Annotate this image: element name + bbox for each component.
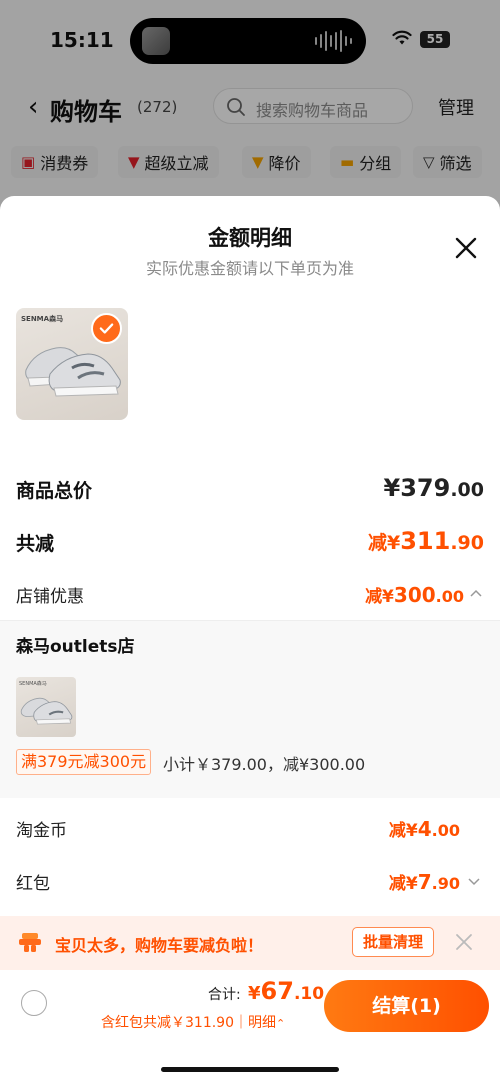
store-discount-detail: 森马outlets店 SENMA森马 满379元减300元 小计￥379.00，… [0, 620, 500, 798]
taojinbi-label: 淘金币 [16, 821, 67, 841]
banner-text: 宝贝太多，购物车要减负啦！ [55, 936, 264, 955]
checkout-bar: 合计: ¥67.10 含红包共减￥311.90｜明细⌃ 结算(1) [0, 970, 500, 1087]
home-indicator [161, 1067, 339, 1072]
row-total-reduction: 共减 减¥311.90 [16, 527, 484, 559]
amount-int: 311 [400, 527, 451, 555]
amount-dec: .10 [293, 984, 325, 1004]
cart-overload-banner: 宝贝太多，购物车要减负啦！ 批量清理 [0, 916, 500, 970]
store-discount-value: 减¥300.00 [365, 582, 464, 607]
amount-int: 4 [417, 817, 432, 841]
sneaker-image [20, 697, 73, 725]
amount-dec: .90 [450, 532, 484, 554]
amount-int: 300 [393, 583, 436, 607]
chevron-up-icon: ⌃ [276, 1017, 286, 1030]
row-store-discount[interactable]: 店铺优惠 减¥300.00 [16, 582, 484, 610]
goods-total-label: 商品总价 [16, 480, 93, 502]
amount-dec: .90 [431, 874, 460, 893]
amount-int: 7 [417, 870, 432, 894]
store-discount-label: 店铺优惠 [16, 587, 84, 607]
discount-detail-text: 含红包共减￥311.90｜明细 [101, 1015, 276, 1031]
amount-dec: .00 [450, 479, 484, 501]
chevron-down-icon[interactable] [468, 877, 480, 887]
amount-dec: .00 [431, 821, 460, 840]
red-packet-label: 红包 [16, 874, 50, 894]
total-value: ¥67.10 [248, 977, 324, 1005]
row-red-packet[interactable]: 红包 减¥7.90 [16, 869, 484, 897]
row-goods-total: 商品总价 ¥379.00 [16, 474, 484, 506]
checkout-button[interactable]: 结算(1) [324, 980, 489, 1032]
reduction-prefix: 减¥ [367, 532, 401, 554]
close-icon[interactable] [454, 932, 474, 952]
sheet-title: 金额明细 [208, 226, 292, 250]
select-all-radio[interactable] [21, 990, 47, 1016]
store-name[interactable]: 森马outlets店 [16, 632, 135, 657]
reduction-prefix: 减¥ [365, 587, 394, 607]
reduction-prefix: 减¥ [388, 821, 418, 841]
red-packet-value: 减¥7.90 [389, 869, 460, 894]
store-product-thumbnail[interactable]: SENMA森马 [16, 677, 76, 737]
sheet-subtitle: 实际优惠金额请以下单页为准 [145, 259, 354, 278]
promo-tag: 满379元减300元 [16, 749, 152, 775]
goods-total-value: ¥379.00 [384, 474, 484, 502]
store-subtotal: 小计￥379.00，减¥300.00 [163, 755, 366, 774]
currency-symbol: ¥ [383, 474, 401, 502]
selected-check-icon[interactable] [91, 313, 122, 344]
batch-clean-button[interactable]: 批量清理 [352, 927, 434, 957]
taojinbi-value: 减¥4.00 [389, 816, 460, 841]
close-icon[interactable] [452, 234, 480, 262]
mascot-icon [19, 933, 41, 952]
row-taojinbi: 淘金币 减¥4.00 [16, 816, 484, 844]
discount-detail-link[interactable]: 含红包共减￥311.90｜明细⌃ [101, 1012, 285, 1032]
amount-int: 379 [400, 474, 451, 502]
currency-symbol: ¥ [248, 983, 261, 1004]
total-reduction-label: 共减 [16, 533, 55, 555]
amount-int: 67 [260, 977, 294, 1005]
amount-dec: .00 [435, 587, 464, 606]
amount-detail-sheet: 金额明细 实际优惠金额请以下单页为准 SENMA森马 商品总价 ¥379.00 … [0, 196, 500, 1087]
reduction-prefix: 减¥ [388, 874, 418, 894]
chevron-up-icon[interactable] [470, 588, 482, 598]
total-label: 合计: [208, 987, 241, 1003]
total-reduction-value: 减¥311.90 [368, 527, 484, 555]
